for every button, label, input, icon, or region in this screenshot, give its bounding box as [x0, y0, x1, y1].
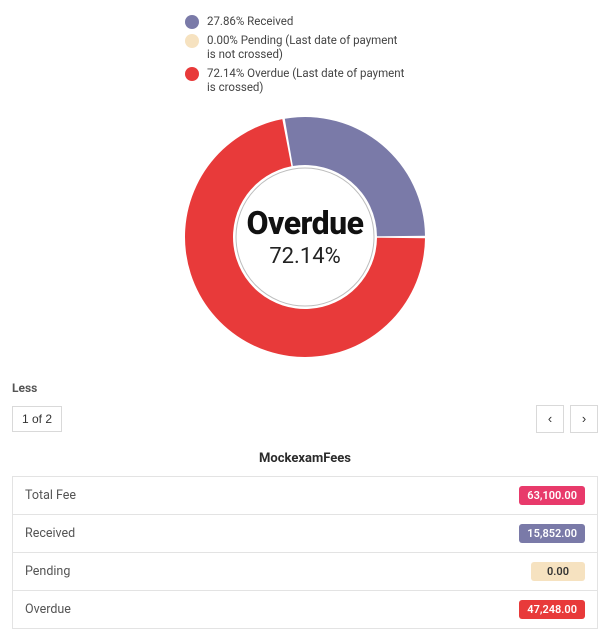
donut-slice-received [285, 117, 425, 236]
fee-amount-pill: 47,248.00 [519, 600, 585, 619]
table-row: Received 15,852.00 [13, 514, 597, 552]
fee-amount-pill: 15,852.00 [519, 524, 585, 543]
legend-swatch-received [185, 15, 199, 29]
fee-row-label: Total Fee [25, 488, 76, 503]
legend-swatch-pending [185, 34, 199, 48]
legend-label-received: 27.86% Received [207, 14, 293, 29]
donut-chart: Overdue 72.14% [175, 107, 435, 367]
pager-page-indicator[interactable]: 1 of 2 [12, 406, 62, 432]
legend-item-pending: 0.00% Pending (Last date of payment is n… [185, 33, 407, 62]
section-label-less: Less [12, 381, 598, 395]
pager-prev-button[interactable]: ‹ [536, 405, 564, 433]
fees-table: Total Fee 63,100.00 Received 15,852.00 Pendi… [12, 476, 598, 629]
fee-row-label: Received [25, 526, 75, 541]
chart-legend: 27.86% Received 0.00% Pending (Last date… [185, 14, 425, 99]
legend-label-overdue: 72.14% Overdue (Last date of payment is … [207, 66, 407, 95]
legend-item-received: 27.86% Received [185, 14, 293, 29]
table-row: Overdue 47,248.00 [13, 590, 597, 628]
legend-swatch-overdue [185, 67, 199, 81]
legend-item-overdue: 72.14% Overdue (Last date of payment is … [185, 66, 407, 95]
donut-svg [175, 107, 435, 367]
table-row: Pending 0.00 [13, 552, 597, 590]
fee-amount-pill: 63,100.00 [519, 486, 585, 505]
pager-next-button[interactable]: › [570, 405, 598, 433]
table-row: Total Fee 63,100.00 [13, 477, 597, 514]
fees-title: MockexamFees [12, 451, 598, 466]
legend-label-pending: 0.00% Pending (Last date of payment is n… [207, 33, 407, 62]
fee-amount-pill: 0.00 [531, 562, 585, 581]
fee-row-label: Overdue [25, 602, 71, 617]
donut-inner-ring [236, 168, 374, 306]
fee-row-label: Pending [25, 564, 70, 579]
